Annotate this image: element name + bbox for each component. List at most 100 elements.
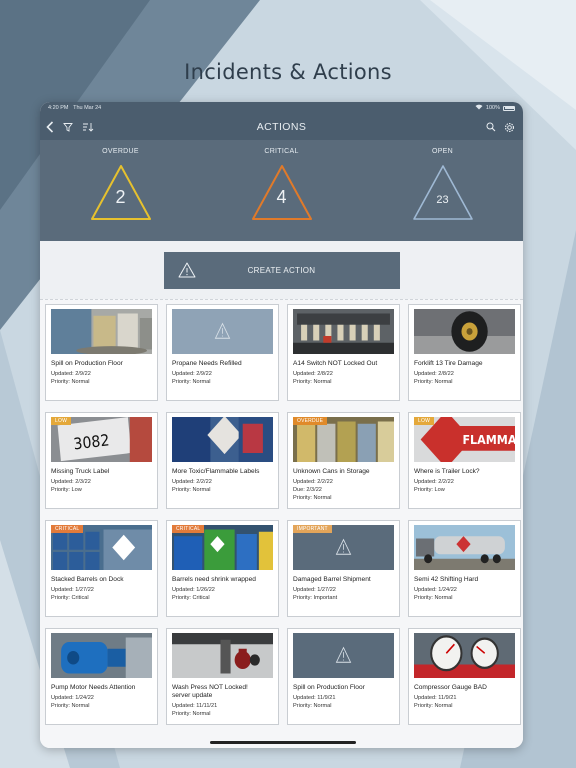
create-action-area: CREATE ACTION: [40, 241, 523, 299]
action-title: Spill on Production Floor: [293, 684, 365, 691]
action-meta: Updated: 11/9/21 Priority: Normal: [293, 694, 394, 710]
priority-badge: OVERDUE: [293, 417, 328, 425]
action-updated: Updated: 11/9/21: [414, 695, 457, 701]
action-title: Forklift 13 Tire Damage: [414, 360, 483, 367]
action-card[interactable]: Forklift 13 Tire Damage Updated: 2/8/22 Pr…: [408, 304, 521, 401]
action-priority: Priority: Normal: [293, 495, 332, 501]
action-thumbnail: [172, 309, 273, 354]
stat-critical[interactable]: CRITICAL 4: [222, 148, 342, 241]
action-title: Damaged Barrel Shipment: [293, 576, 371, 583]
action-updated: Updated: 1/26/22: [172, 587, 215, 593]
action-updated: Updated: 1/27/22: [51, 587, 94, 593]
action-thumbnail: [293, 633, 394, 678]
action-updated: Updated: 2/2/22: [414, 479, 454, 485]
priority-badge: CRITICAL: [172, 525, 205, 533]
action-title: A14 Switch NOT Locked Out: [293, 360, 378, 367]
action-updated: Updated: 1/24/22: [51, 695, 94, 701]
action-thumbnail: [172, 633, 273, 678]
action-priority: Priority: Low: [414, 487, 445, 493]
action-priority: Priority: Normal: [51, 703, 90, 709]
gear-icon[interactable]: [504, 122, 515, 133]
action-card[interactable]: Pump Motor Needs Attention Updated: 1/24/…: [45, 628, 158, 725]
action-title: Compressor Gauge BAD: [414, 684, 487, 691]
action-card[interactable]: FLAMMAB LOW Where is Trailer Lock? Updated:…: [408, 412, 521, 509]
action-card[interactable]: Spill on Production Floor Updated: 2/9/22…: [45, 304, 158, 401]
action-updated: Updated: 2/8/22: [293, 371, 333, 377]
stat-value: 2: [115, 187, 126, 207]
stat-value: 23: [436, 194, 449, 206]
action-card[interactable]: OVERDUE Unknown Cans in Storage Updated: 2…: [287, 412, 400, 509]
action-card[interactable]: Propane Needs Refilled Updated: 2/9/22 Pri…: [166, 304, 279, 401]
action-card[interactable]: Compressor Gauge BAD Updated: 11/9/21 Prio…: [408, 628, 521, 725]
action-priority: Priority: Critical: [51, 595, 89, 601]
action-card[interactable]: A14 Switch NOT Locked Out Updated: 2/8/22…: [287, 304, 400, 401]
stats-panel: OVERDUE 2 CRITICAL 4 OPEN 23: [40, 140, 523, 241]
action-meta: Updated: 2/8/22 Priority: Normal: [293, 370, 394, 386]
warning-icon: [178, 262, 196, 280]
filter-icon[interactable]: [63, 122, 73, 132]
action-title: More Toxic/Flammable Labels: [172, 468, 260, 475]
action-card[interactable]: Spill on Production Floor Updated: 11/9/2…: [287, 628, 400, 725]
action-card[interactable]: Wash Press NOT Locked! server update Updat…: [166, 628, 279, 725]
action-priority: Priority: Normal: [51, 379, 90, 385]
action-card[interactable]: IMPORTANT Damaged Barrel Shipment Updated:…: [287, 520, 400, 617]
action-card[interactable]: CRITICAL Stacked Barrels on Dock Updated: …: [45, 520, 158, 617]
action-meta: Updated: 11/9/21 Priority: Normal: [414, 694, 515, 710]
action-thumbnail: [293, 309, 394, 354]
action-meta: Updated: 11/11/21 Priority: Normal: [172, 702, 273, 718]
action-thumbnail: [172, 417, 273, 462]
back-chevron-icon[interactable]: [46, 121, 54, 133]
action-priority: Priority: Normal: [172, 487, 211, 493]
status-time: 4:20 PM: [48, 105, 69, 111]
action-updated: Updated: 11/11/21: [172, 703, 218, 709]
action-card[interactable]: More Toxic/Flammable Labels Updated: 2/2/…: [166, 412, 279, 509]
action-thumbnail: CRITICAL: [172, 525, 273, 570]
action-updated: Updated: 2/8/22: [414, 371, 454, 377]
stat-open[interactable]: OPEN 23: [383, 148, 503, 241]
action-thumbnail: OVERDUE: [293, 417, 394, 462]
search-icon[interactable]: [486, 122, 496, 132]
action-updated: Updated: 2/3/22: [51, 479, 91, 485]
warning-icon: [293, 633, 394, 678]
action-updated: Updated: 2/2/22: [172, 479, 212, 485]
action-title: Barrels need shrink wrapped: [172, 576, 256, 583]
action-thumbnail: [51, 309, 152, 354]
svg-text:FLAMMAB: FLAMMAB: [462, 432, 515, 447]
action-title: Wash Press NOT Locked!: [172, 684, 248, 691]
action-meta: Updated: 1/24/22 Priority: Normal: [51, 694, 152, 710]
action-meta: Updated: 2/9/22 Priority: Normal: [172, 370, 273, 386]
actions-grid-area: Spill on Production Floor Updated: 2/9/22…: [40, 299, 523, 748]
action-card[interactable]: 3082 LOW Missing Truck Label Updated: 2/3/2…: [45, 412, 158, 509]
action-meta: Updated: 2/9/22 Priority: Normal: [51, 370, 152, 386]
action-priority: Priority: Normal: [172, 711, 211, 717]
battery-icon: [503, 105, 515, 111]
action-updated: Updated: 2/9/22: [172, 371, 212, 377]
action-card[interactable]: CRITICAL Barrels need shrink wrapped Updat…: [166, 520, 279, 617]
action-card[interactable]: Semi 42 Shifting Hard Updated: 1/24/22 Pri…: [408, 520, 521, 617]
action-meta: Updated: 2/8/22 Priority: Normal: [414, 370, 515, 386]
action-priority: Priority: Normal: [172, 379, 211, 385]
stat-label: OVERDUE: [102, 148, 139, 155]
action-thumbnail: [414, 525, 515, 570]
priority-badge: CRITICAL: [51, 525, 84, 533]
action-thumbnail: IMPORTANT: [293, 525, 394, 570]
stat-overdue[interactable]: OVERDUE 2: [61, 148, 181, 241]
sort-icon[interactable]: [82, 122, 94, 132]
ipad-screen: 4:20 PM Thu Mar 24 100% ACTIONS OVERDUE …: [40, 102, 523, 748]
action-priority: Priority: Low: [51, 487, 82, 493]
action-title: Unknown Cans in Storage: [293, 468, 370, 475]
wifi-icon: [475, 104, 483, 112]
stat-value: 4: [276, 187, 287, 207]
action-updated: Updated: 2/2/22: [293, 479, 333, 485]
status-date: Thu Mar 24: [73, 105, 102, 111]
action-meta: Updated: 2/3/22 Priority: Low: [51, 478, 152, 494]
stat-label: CRITICAL: [264, 148, 299, 155]
page-title: Incidents & Actions: [184, 60, 392, 84]
action-meta: Updated: 1/24/22 Priority: Normal: [414, 586, 515, 602]
action-meta: Updated: 2/2/22 Priority: Normal: [172, 478, 273, 494]
action-due: Due: 2/3/22: [293, 487, 322, 493]
home-indicator[interactable]: [210, 741, 356, 744]
action-title: Stacked Barrels on Dock: [51, 576, 124, 583]
priority-badge: LOW: [414, 417, 434, 425]
create-action-button[interactable]: CREATE ACTION: [163, 251, 400, 289]
